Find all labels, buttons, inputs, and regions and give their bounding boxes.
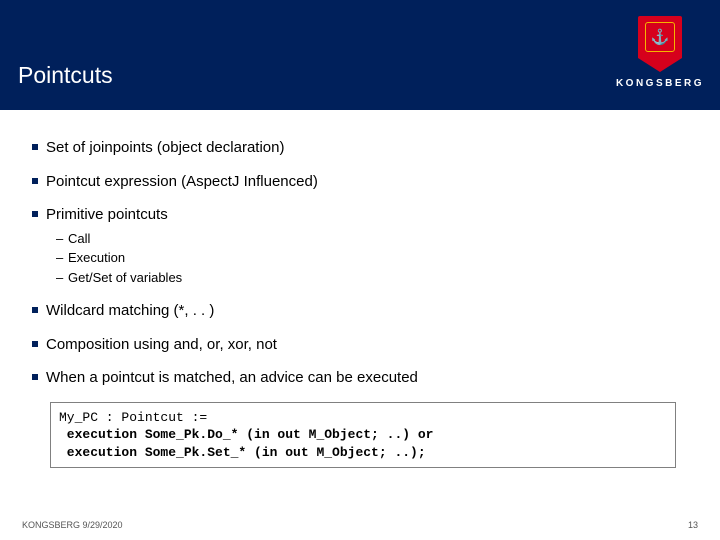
crest-top: ⚓ [638,16,682,58]
bullet-item: Composition using and, or, xor, not [32,335,694,355]
square-bullet-icon [32,178,38,184]
footer-left: KONGSBERG 9/29/2020 [22,520,123,530]
bullet-item: Primitive pointcuts Call Execution Get/S… [32,205,694,287]
slide-title: Pointcuts [18,62,113,89]
crest-inner: ⚓ [645,22,675,52]
sub-item: Call [56,231,694,248]
sub-item: Execution [56,250,694,267]
crest-glyph-icon: ⚓ [651,28,670,46]
bullet-text: Set of joinpoints (object declaration) [46,139,284,156]
bullet-text: When a pointcut is matched, an advice ca… [46,369,418,386]
code-line: My_PC : Pointcut := [59,410,207,425]
page-number: 13 [688,520,698,530]
bullet-text: Wildcard matching (*, . . ) [46,302,214,319]
slide-footer: KONGSBERG 9/29/2020 13 [0,520,720,530]
brand-logo: ⚓ KONGSBERG [616,16,704,89]
sub-text: Call [68,231,90,246]
bullet-item: When a pointcut is matched, an advice ca… [32,368,694,388]
bullet-item: Wildcard matching (*, . . ) [32,301,694,321]
sub-text: Execution [68,250,125,265]
code-block: My_PC : Pointcut := execution Some_Pk.Do… [50,402,676,469]
code-line: execution Some_Pk.Set_* (in out M_Object… [59,445,426,460]
bullet-text: Pointcut expression (AspectJ Influenced) [46,173,318,190]
square-bullet-icon [32,307,38,313]
slide-body: Set of joinpoints (object declaration) P… [0,110,720,468]
square-bullet-icon [32,374,38,380]
bullet-text: Composition using and, or, xor, not [46,336,277,353]
bullet-item: Pointcut expression (AspectJ Influenced) [32,172,694,192]
bullet-item: Set of joinpoints (object declaration) [32,138,694,158]
brand-name: KONGSBERG [616,78,704,89]
bullet-list: Set of joinpoints (object declaration) P… [32,138,694,388]
square-bullet-icon [32,211,38,217]
crest-point [638,58,682,72]
bullet-text: Primitive pointcuts [46,206,168,223]
sub-text: Get/Set of variables [68,270,182,285]
sub-list: Call Execution Get/Set of variables [56,231,694,288]
crest-icon: ⚓ [638,16,682,74]
square-bullet-icon [32,144,38,150]
slide-header: Pointcuts ⚓ KONGSBERG [0,0,720,110]
sub-item: Get/Set of variables [56,270,694,287]
square-bullet-icon [32,341,38,347]
code-line: execution Some_Pk.Do_* (in out M_Object;… [59,427,433,442]
